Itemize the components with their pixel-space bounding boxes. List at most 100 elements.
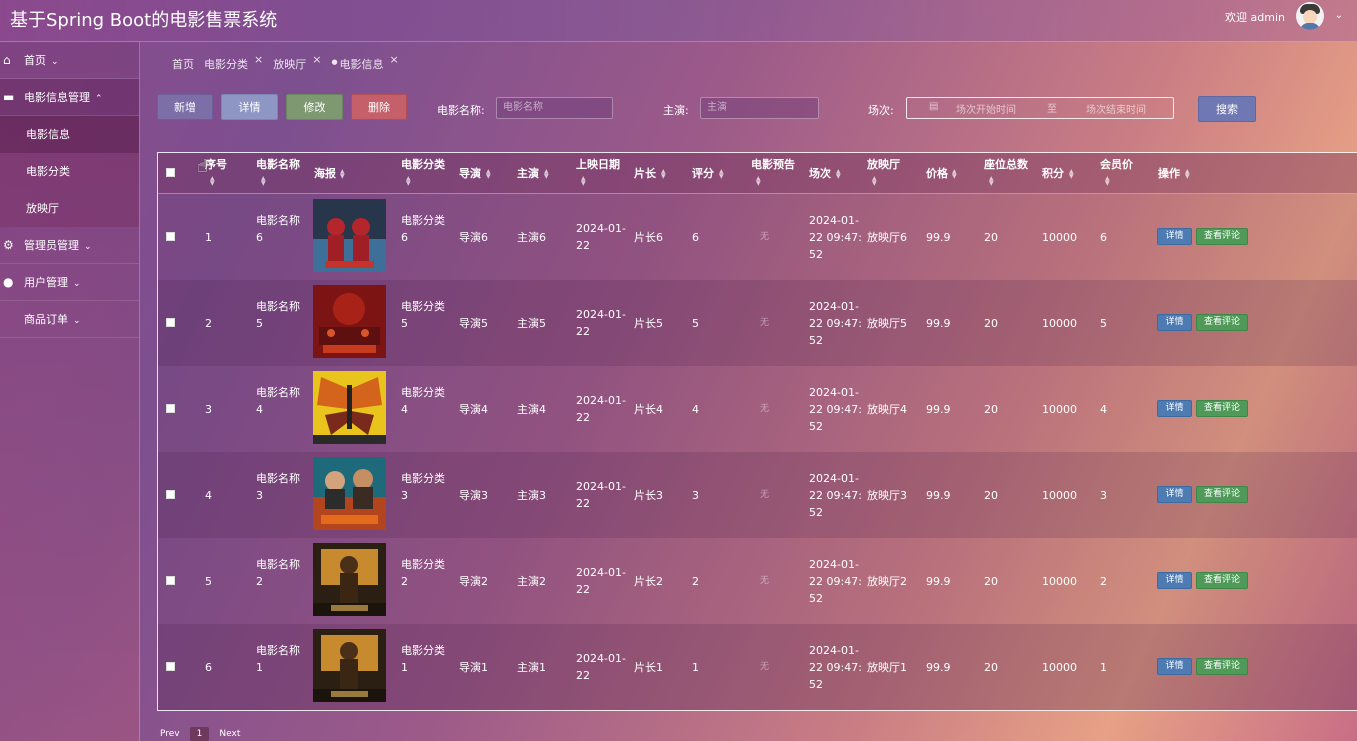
sort-icon[interactable]: ▲ ▼ (1105, 176, 1110, 187)
sort-icon[interactable]: ▲ ▼ (581, 176, 586, 187)
sort-icon[interactable]: ▲ ▼ (952, 169, 957, 180)
col-header-hall[interactable]: 放映厅 (867, 158, 900, 171)
row-detail-button[interactable]: 详情 (1157, 314, 1192, 331)
sidebar-item-movie-management[interactable]: ▬ 电影信息管理 ⌃ (0, 79, 139, 116)
chevron-down-icon[interactable]: ⌄ (1335, 10, 1343, 21)
col-header-name[interactable]: 电影名称 (256, 158, 300, 171)
sort-icon[interactable]: ▲ ▼ (872, 176, 877, 187)
table-row[interactable]: 3 电影名称 4 电影分类 4 导演4 主演4 2024-01- 22 片长4 … (158, 366, 1357, 452)
cell-actor: 主演1 (517, 661, 546, 674)
tab-movie-category[interactable]: 电影分类 × (204, 53, 263, 72)
sort-icon[interactable]: ▲ ▼ (406, 176, 411, 187)
cell-actor: 主演6 (517, 231, 546, 244)
sidebar-item-user-management[interactable]: ● 用户管理 ⌄ (0, 264, 139, 301)
sidebar-item-home[interactable]: ⌂ 首页 ⌄ (0, 42, 139, 79)
session-date-range[interactable]: ▤ 场次开始时间 至 场次结束时间 (906, 97, 1174, 119)
next-page-button[interactable]: Next (219, 729, 240, 739)
col-header-poster[interactable]: 海报 (314, 167, 336, 180)
avatar[interactable] (1296, 2, 1324, 30)
table-row[interactable]: 5 电影名称 2 电影分类 2 导演2 主演2 2024-01- 22 片长2 … (158, 538, 1357, 624)
table-row[interactable]: 1 电影名称 6 电影分类 6 导演6 主演6 2024-01- 22 片长6 … (158, 194, 1357, 280)
row-review-button[interactable]: 查看评论 (1196, 658, 1248, 675)
row-checkbox[interactable] (166, 232, 175, 241)
col-header-seats[interactable]: 座位总数 (984, 158, 1028, 171)
prev-page-button[interactable]: Prev (160, 729, 180, 739)
sort-icon[interactable]: ▲ ▼ (486, 169, 491, 180)
sort-icon[interactable]: ▲ ▼ (989, 176, 994, 187)
sort-icon[interactable]: ▲ ▼ (210, 176, 215, 187)
col-header-category[interactable]: 电影分类 (401, 158, 445, 171)
tab-home[interactable]: 首页 (172, 56, 194, 72)
row-checkbox[interactable] (166, 662, 175, 671)
session-end-input[interactable]: 场次结束时间 (1086, 101, 1146, 116)
sort-icon[interactable]: ▲ ▼ (719, 169, 724, 180)
app-title: 基于Spring Boot的电影售票系统 (10, 10, 278, 31)
row-review-button[interactable]: 查看评论 (1196, 486, 1248, 503)
row-detail-button[interactable]: 详情 (1157, 228, 1192, 245)
delete-button[interactable]: 删除 (351, 94, 407, 120)
sidebar-subitem-movie-category[interactable]: 电影分类 (0, 153, 139, 190)
movie-poster[interactable] (313, 457, 386, 530)
cell-director: 导演6 (459, 231, 488, 244)
row-checkbox[interactable] (166, 318, 175, 327)
col-header-director[interactable]: 导演 (459, 167, 481, 180)
add-button[interactable]: 新增 (157, 94, 213, 120)
page-number-button[interactable]: 1 (189, 727, 210, 741)
sort-icon[interactable]: ▲ ▼ (756, 176, 761, 187)
sort-icon[interactable]: ▲ ▼ (836, 169, 841, 180)
sort-icon[interactable]: ▲ ▼ (1069, 169, 1074, 180)
row-review-button[interactable]: 查看评论 (1196, 572, 1248, 589)
sidebar-item-admin-management[interactable]: ⚙ 管理员管理 ⌄ (0, 227, 139, 264)
row-review-button[interactable]: 查看评论 (1196, 228, 1248, 245)
session-start-input[interactable]: 场次开始时间 (956, 101, 1016, 116)
movie-poster[interactable] (313, 285, 386, 358)
close-icon[interactable]: × (390, 53, 399, 66)
row-detail-button[interactable]: 详情 (1157, 486, 1192, 503)
col-header-release-date[interactable]: 上映日期 (576, 158, 620, 171)
movie-name-input[interactable]: 电影名称 (496, 97, 613, 119)
sort-icon[interactable]: ▲ ▼ (1185, 169, 1190, 180)
row-review-button[interactable]: 查看评论 (1196, 314, 1248, 331)
col-header-score[interactable]: 评分 (692, 167, 714, 180)
row-checkbox[interactable] (166, 404, 175, 413)
table-row[interactable]: 6 电影名称 1 电影分类 1 导演1 主演1 2024-01- 22 片长1 … (158, 624, 1357, 710)
movie-poster[interactable] (313, 629, 386, 702)
sidebar-item-orders[interactable]: 商品订单 ⌄ (0, 301, 139, 338)
tab-hall[interactable]: 放映厅 × (273, 53, 321, 72)
col-header-session[interactable]: 场次 (809, 167, 831, 180)
row-detail-button[interactable]: 详情 (1157, 572, 1192, 589)
movie-poster[interactable] (313, 199, 386, 272)
sidebar-subitem-hall[interactable]: 放映厅 (0, 190, 139, 227)
sort-icon[interactable]: ▲ ▼ (340, 169, 345, 180)
sidebar-subitem-movie-info[interactable]: 电影信息 (0, 116, 139, 153)
cell-release-date: 2024-01- 22 (576, 566, 626, 596)
movie-poster[interactable] (313, 371, 386, 444)
col-header-vip-price[interactable]: 会员价 (1100, 158, 1133, 171)
table-row[interactable]: 2 电影名称 5 电影分类 5 导演5 主演5 2024-01- 22 片长5 … (158, 280, 1357, 366)
row-checkbox[interactable] (166, 576, 175, 585)
cell-name: 电影名称 6 (256, 214, 300, 244)
col-header-points[interactable]: 积分 (1042, 167, 1064, 180)
col-header-length[interactable]: 片长 (634, 167, 656, 180)
row-detail-button[interactable]: 详情 (1157, 400, 1192, 417)
search-button[interactable]: 搜索 (1198, 96, 1256, 122)
table-row[interactable]: 4 电影名称 3 电影分类 3 导演3 主演3 2024-01- 22 片长3 … (158, 452, 1357, 538)
col-header-price[interactable]: 价格 (926, 167, 948, 180)
col-header-trailer[interactable]: 电影预告 (751, 158, 795, 171)
row-review-button[interactable]: 查看评论 (1196, 400, 1248, 417)
tab-movie-info[interactable]: 电影信息 × (331, 53, 399, 72)
row-checkbox[interactable] (166, 490, 175, 499)
actor-input[interactable]: 主演 (700, 97, 819, 119)
close-icon[interactable]: × (312, 53, 321, 66)
movie-poster[interactable] (313, 543, 386, 616)
row-detail-button[interactable]: 详情 (1157, 658, 1192, 675)
detail-button[interactable]: 详情 (221, 94, 278, 120)
sort-icon[interactable]: ▲ ▼ (661, 169, 666, 180)
sort-icon[interactable]: ▲ ▼ (544, 169, 549, 180)
col-header-index[interactable]: 序号 (205, 158, 227, 171)
sort-icon[interactable]: ▲ ▼ (261, 176, 266, 187)
close-icon[interactable]: × (254, 53, 263, 66)
col-header-actor[interactable]: 主演 (517, 167, 539, 180)
edit-button[interactable]: 修改 (286, 94, 343, 120)
select-all-checkbox[interactable] (166, 168, 175, 177)
